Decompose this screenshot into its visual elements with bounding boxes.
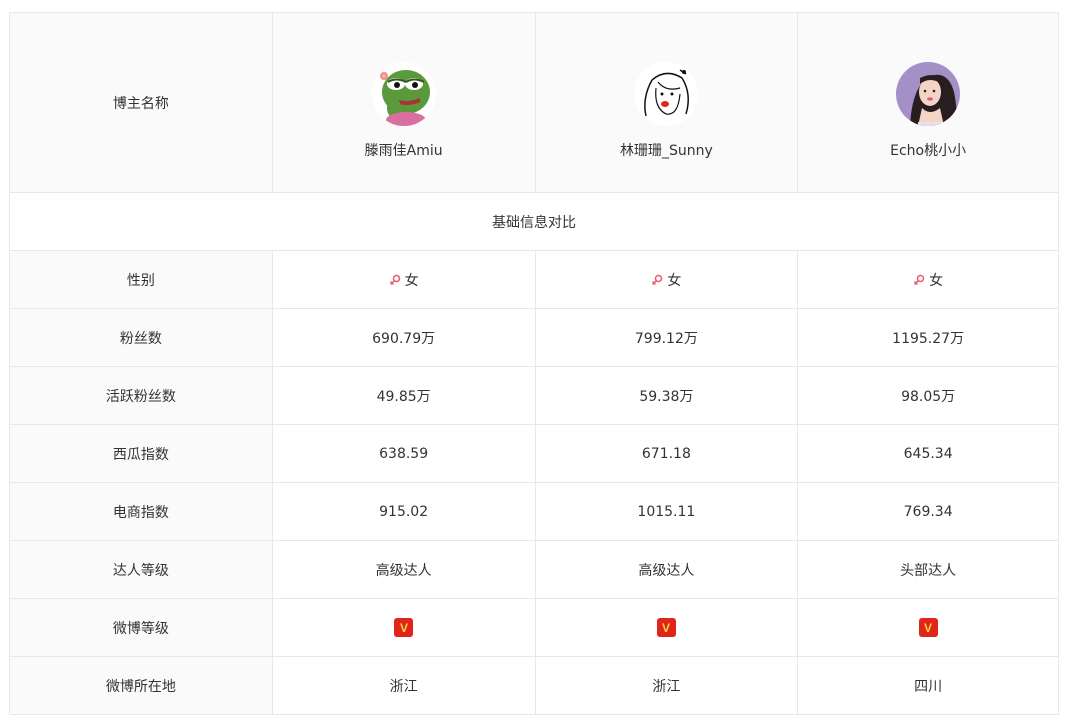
row-label: 电商指数	[10, 483, 273, 541]
table-row: 性别 女 女 女	[10, 251, 1059, 309]
xigua-index-value: 645.34	[798, 425, 1059, 483]
table-row: 粉丝数 690.79万 799.12万 1195.27万	[10, 309, 1059, 367]
blogger-header-row: 博主名称 滕雨佳Amiu 林珊珊_Sunny Echo桃小小	[10, 13, 1059, 193]
blogger-name-1[interactable]: 滕雨佳Amiu	[365, 140, 443, 160]
location-value: 浙江	[272, 657, 536, 715]
talent-level-value: 头部达人	[798, 541, 1059, 599]
svg-text:V: V	[400, 622, 408, 634]
row-label: 活跃粉丝数	[10, 367, 273, 425]
weibo-vip-icon: V	[394, 618, 414, 637]
row-label: 西瓜指数	[10, 425, 273, 483]
gender-cell: 女	[272, 251, 536, 309]
weibo-vip-icon: V	[656, 618, 676, 637]
table-row: 活跃粉丝数 49.85万 59.38万 98.05万	[10, 367, 1059, 425]
xigua-index-value: 638.59	[272, 425, 536, 483]
section-title-row: 基础信息对比	[10, 193, 1059, 251]
weibo-level-cell: V	[272, 599, 536, 657]
ecommerce-index-value: 915.02	[272, 483, 536, 541]
talent-level-value: 高级达人	[272, 541, 536, 599]
active-followers-value: 59.38万	[535, 367, 799, 425]
row-label: 达人等级	[10, 541, 273, 599]
blogger-name-3[interactable]: Echo桃小小	[890, 140, 966, 160]
female-icon	[913, 274, 925, 286]
svg-text:V: V	[924, 622, 932, 634]
blogger-cell-1[interactable]: 滕雨佳Amiu	[272, 13, 536, 193]
comparison-table: 博主名称 滕雨佳Amiu 林珊珊_Sunny Echo桃小小 基础信息对比 性别…	[9, 12, 1059, 715]
sketch-girl-avatar[interactable]	[634, 61, 699, 126]
weibo-level-cell: V	[798, 599, 1059, 657]
weibo-vip-icon: V	[918, 618, 938, 637]
followers-value: 799.12万	[535, 309, 799, 367]
row-label: 性别	[10, 251, 273, 309]
ecommerce-index-value: 769.34	[798, 483, 1059, 541]
row-label: 微博所在地	[10, 657, 273, 715]
pepe-frog-avatar[interactable]	[371, 61, 436, 126]
table-row: 微博等级 V V V	[10, 599, 1059, 657]
location-value: 浙江	[535, 657, 799, 715]
blogger-name-label: 博主名称	[112, 95, 169, 112]
table-row: 微博所在地 浙江 浙江 四川	[10, 657, 1059, 715]
gender-cell: 女	[798, 251, 1059, 309]
active-followers-value: 98.05万	[798, 367, 1059, 425]
followers-value: 690.79万	[272, 309, 536, 367]
location-value: 四川	[798, 657, 1059, 715]
svg-text:V: V	[662, 622, 670, 634]
active-followers-value: 49.85万	[272, 367, 536, 425]
xigua-index-value: 671.18	[535, 425, 799, 483]
female-icon	[389, 274, 401, 286]
ecommerce-index-value: 1015.11	[535, 483, 799, 541]
weibo-level-cell: V	[535, 599, 799, 657]
female-icon	[651, 274, 663, 286]
photo-girl-avatar[interactable]	[896, 61, 961, 126]
table-row: 达人等级 高级达人 高级达人 头部达人	[10, 541, 1059, 599]
followers-value: 1195.27万	[798, 309, 1059, 367]
gender-value: 女	[929, 272, 944, 289]
talent-level-value: 高级达人	[535, 541, 799, 599]
blogger-name-label-cell: 博主名称	[10, 13, 273, 193]
gender-cell: 女	[535, 251, 799, 309]
table-row: 电商指数 915.02 1015.11 769.34	[10, 483, 1059, 541]
blogger-cell-2[interactable]: 林珊珊_Sunny	[535, 13, 799, 193]
section-title: 基础信息对比	[10, 193, 1059, 251]
blogger-name-2[interactable]: 林珊珊_Sunny	[620, 140, 713, 160]
table-row: 西瓜指数 638.59 671.18 645.34	[10, 425, 1059, 483]
gender-value: 女	[404, 272, 419, 289]
gender-value: 女	[667, 272, 682, 289]
row-label: 粉丝数	[10, 309, 273, 367]
blogger-cell-3[interactable]: Echo桃小小	[798, 13, 1059, 193]
row-label: 微博等级	[10, 599, 273, 657]
